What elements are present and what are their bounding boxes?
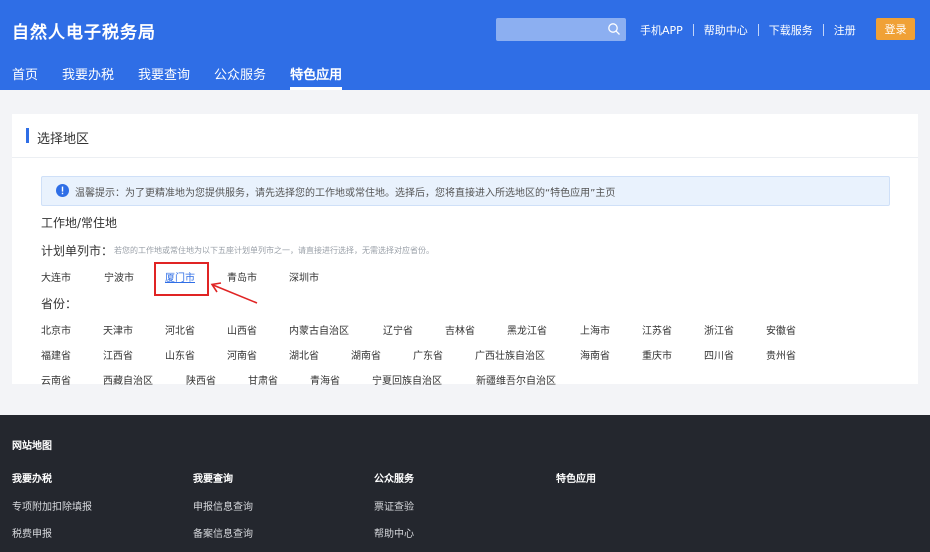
province-heilongjiang[interactable]: 黑龙江省	[507, 322, 547, 337]
province-hunan[interactable]: 湖南省	[351, 347, 381, 362]
top-link-app[interactable]: 手机APP	[640, 22, 683, 38]
card-title: 选择地区	[37, 132, 90, 147]
city-ningbo[interactable]: 宁波市	[104, 269, 134, 284]
title-accent-bar	[26, 128, 29, 143]
province-yunnan[interactable]: 云南省	[41, 372, 71, 387]
province-anhui[interactable]: 安徽省	[766, 322, 796, 337]
province-qinghai[interactable]: 青海省	[310, 372, 340, 387]
login-button[interactable]: 登录	[876, 18, 915, 40]
footer-link-filing-query[interactable]: 备案信息查询	[193, 525, 253, 540]
province-shandong[interactable]: 山东省	[165, 347, 195, 362]
province-guizhou[interactable]: 贵州省	[766, 347, 796, 362]
footer-link-help-center[interactable]: 帮助中心	[374, 525, 414, 540]
footer-col-tax-handling[interactable]: 我要办税	[12, 470, 52, 485]
province-guangxi[interactable]: 广西壮族自治区	[475, 347, 545, 362]
province-sichuan[interactable]: 四川省	[704, 347, 734, 362]
province-beijing[interactable]: 北京市	[41, 322, 71, 337]
top-links: 手机APP 帮助中心 下载服务 注册	[640, 22, 856, 38]
province-hainan[interactable]: 海南省	[580, 347, 610, 362]
notice-banner: 温馨提示：为了更精准地为您提供服务，请先选择您的工作地或常住地。选择后，您将直接…	[41, 176, 890, 206]
top-link-help[interactable]: 帮助中心	[704, 22, 748, 38]
province-shaanxi[interactable]: 陕西省	[186, 372, 216, 387]
main-nav: 首页 我要办税 我要查询 公众服务 特色应用	[12, 64, 366, 90]
footer: 网站地图 我要办税 我要查询 公众服务 特色应用 专项附加扣除填报 税费申报 申…	[0, 415, 930, 552]
province-liaoning[interactable]: 辽宁省	[383, 322, 413, 337]
region-select-card: 选择地区 温馨提示：为了更精准地为您提供服务，请先选择您的工作地或常住地。选择后…	[12, 114, 918, 387]
highlight-box	[154, 262, 209, 296]
nav-special-apps[interactable]: 特色应用	[290, 64, 343, 90]
province-shanxi[interactable]: 山西省	[227, 322, 257, 337]
province-ningxia[interactable]: 宁夏回族自治区	[372, 372, 442, 387]
card-header: 选择地区	[12, 114, 918, 158]
footer-link-ticket-check[interactable]: 票证查验	[374, 498, 414, 513]
divider	[757, 24, 759, 36]
city-shenzhen[interactable]: 深圳市	[289, 269, 319, 284]
footer-link-special-deduction[interactable]: 专项附加扣除填报	[12, 498, 92, 513]
province-guangdong[interactable]: 广东省	[413, 347, 443, 362]
divider	[692, 24, 694, 36]
info-icon	[56, 184, 69, 197]
province-fujian[interactable]: 福建省	[41, 347, 71, 362]
province-jiangsu[interactable]: 江苏省	[642, 322, 672, 337]
planned-city-hint: 若您的工作地或常住地为以下五座计划单列市之一，请直接进行选择，无需选择对应省份。	[114, 246, 434, 255]
notice-text: 温馨提示：为了更精准地为您提供服务，请先选择您的工作地或常住地。选择后，您将直接…	[75, 188, 616, 199]
top-link-download[interactable]: 下载服务	[769, 22, 813, 38]
province-jilin[interactable]: 吉林省	[445, 322, 475, 337]
province-tianjin[interactable]: 天津市	[103, 322, 133, 337]
footer-title: 网站地图	[12, 441, 52, 452]
planned-city-label: 计划单列市：	[41, 244, 114, 258]
province-jiangxi[interactable]: 江西省	[103, 347, 133, 362]
footer-col-special-apps[interactable]: 特色应用	[556, 470, 596, 485]
city-dalian[interactable]: 大连市	[41, 269, 71, 284]
nav-query[interactable]: 我要查询	[138, 64, 190, 90]
province-neimenggu[interactable]: 内蒙古自治区	[289, 322, 349, 337]
divider	[822, 24, 824, 36]
province-gansu[interactable]: 甘肃省	[248, 372, 278, 387]
footer-col-query[interactable]: 我要查询	[193, 470, 233, 485]
search-input[interactable]	[496, 18, 626, 41]
province-label: 省份：	[41, 297, 78, 311]
site-title[interactable]: 自然人电子税务局	[12, 18, 156, 43]
province-hubei[interactable]: 湖北省	[289, 347, 319, 362]
search-icon[interactable]	[607, 22, 621, 36]
top-link-register[interactable]: 注册	[834, 22, 856, 38]
arrow-annotation-icon	[210, 282, 258, 304]
section-title: 工作地/常住地	[41, 216, 118, 230]
nav-home[interactable]: 首页	[12, 64, 38, 90]
footer-link-declaration-query[interactable]: 申报信息查询	[193, 498, 253, 513]
nav-public-service[interactable]: 公众服务	[214, 64, 266, 90]
footer-link-tax-declaration[interactable]: 税费申报	[12, 525, 52, 540]
province-xizang[interactable]: 西藏自治区	[103, 372, 153, 387]
footer-col-public-service[interactable]: 公众服务	[374, 470, 414, 485]
province-chongqing[interactable]: 重庆市	[642, 347, 672, 362]
province-hebei[interactable]: 河北省	[165, 322, 195, 337]
header: 自然人电子税务局 手机APP 帮助中心 下载服务 注册 登录 首页 我要办税 我…	[0, 0, 930, 90]
province-shanghai[interactable]: 上海市	[580, 322, 610, 337]
province-henan[interactable]: 河南省	[227, 347, 257, 362]
province-xinjiang[interactable]: 新疆维吾尔自治区	[476, 372, 556, 387]
province-zhejiang[interactable]: 浙江省	[704, 322, 734, 337]
nav-tax-handling[interactable]: 我要办税	[62, 64, 114, 90]
